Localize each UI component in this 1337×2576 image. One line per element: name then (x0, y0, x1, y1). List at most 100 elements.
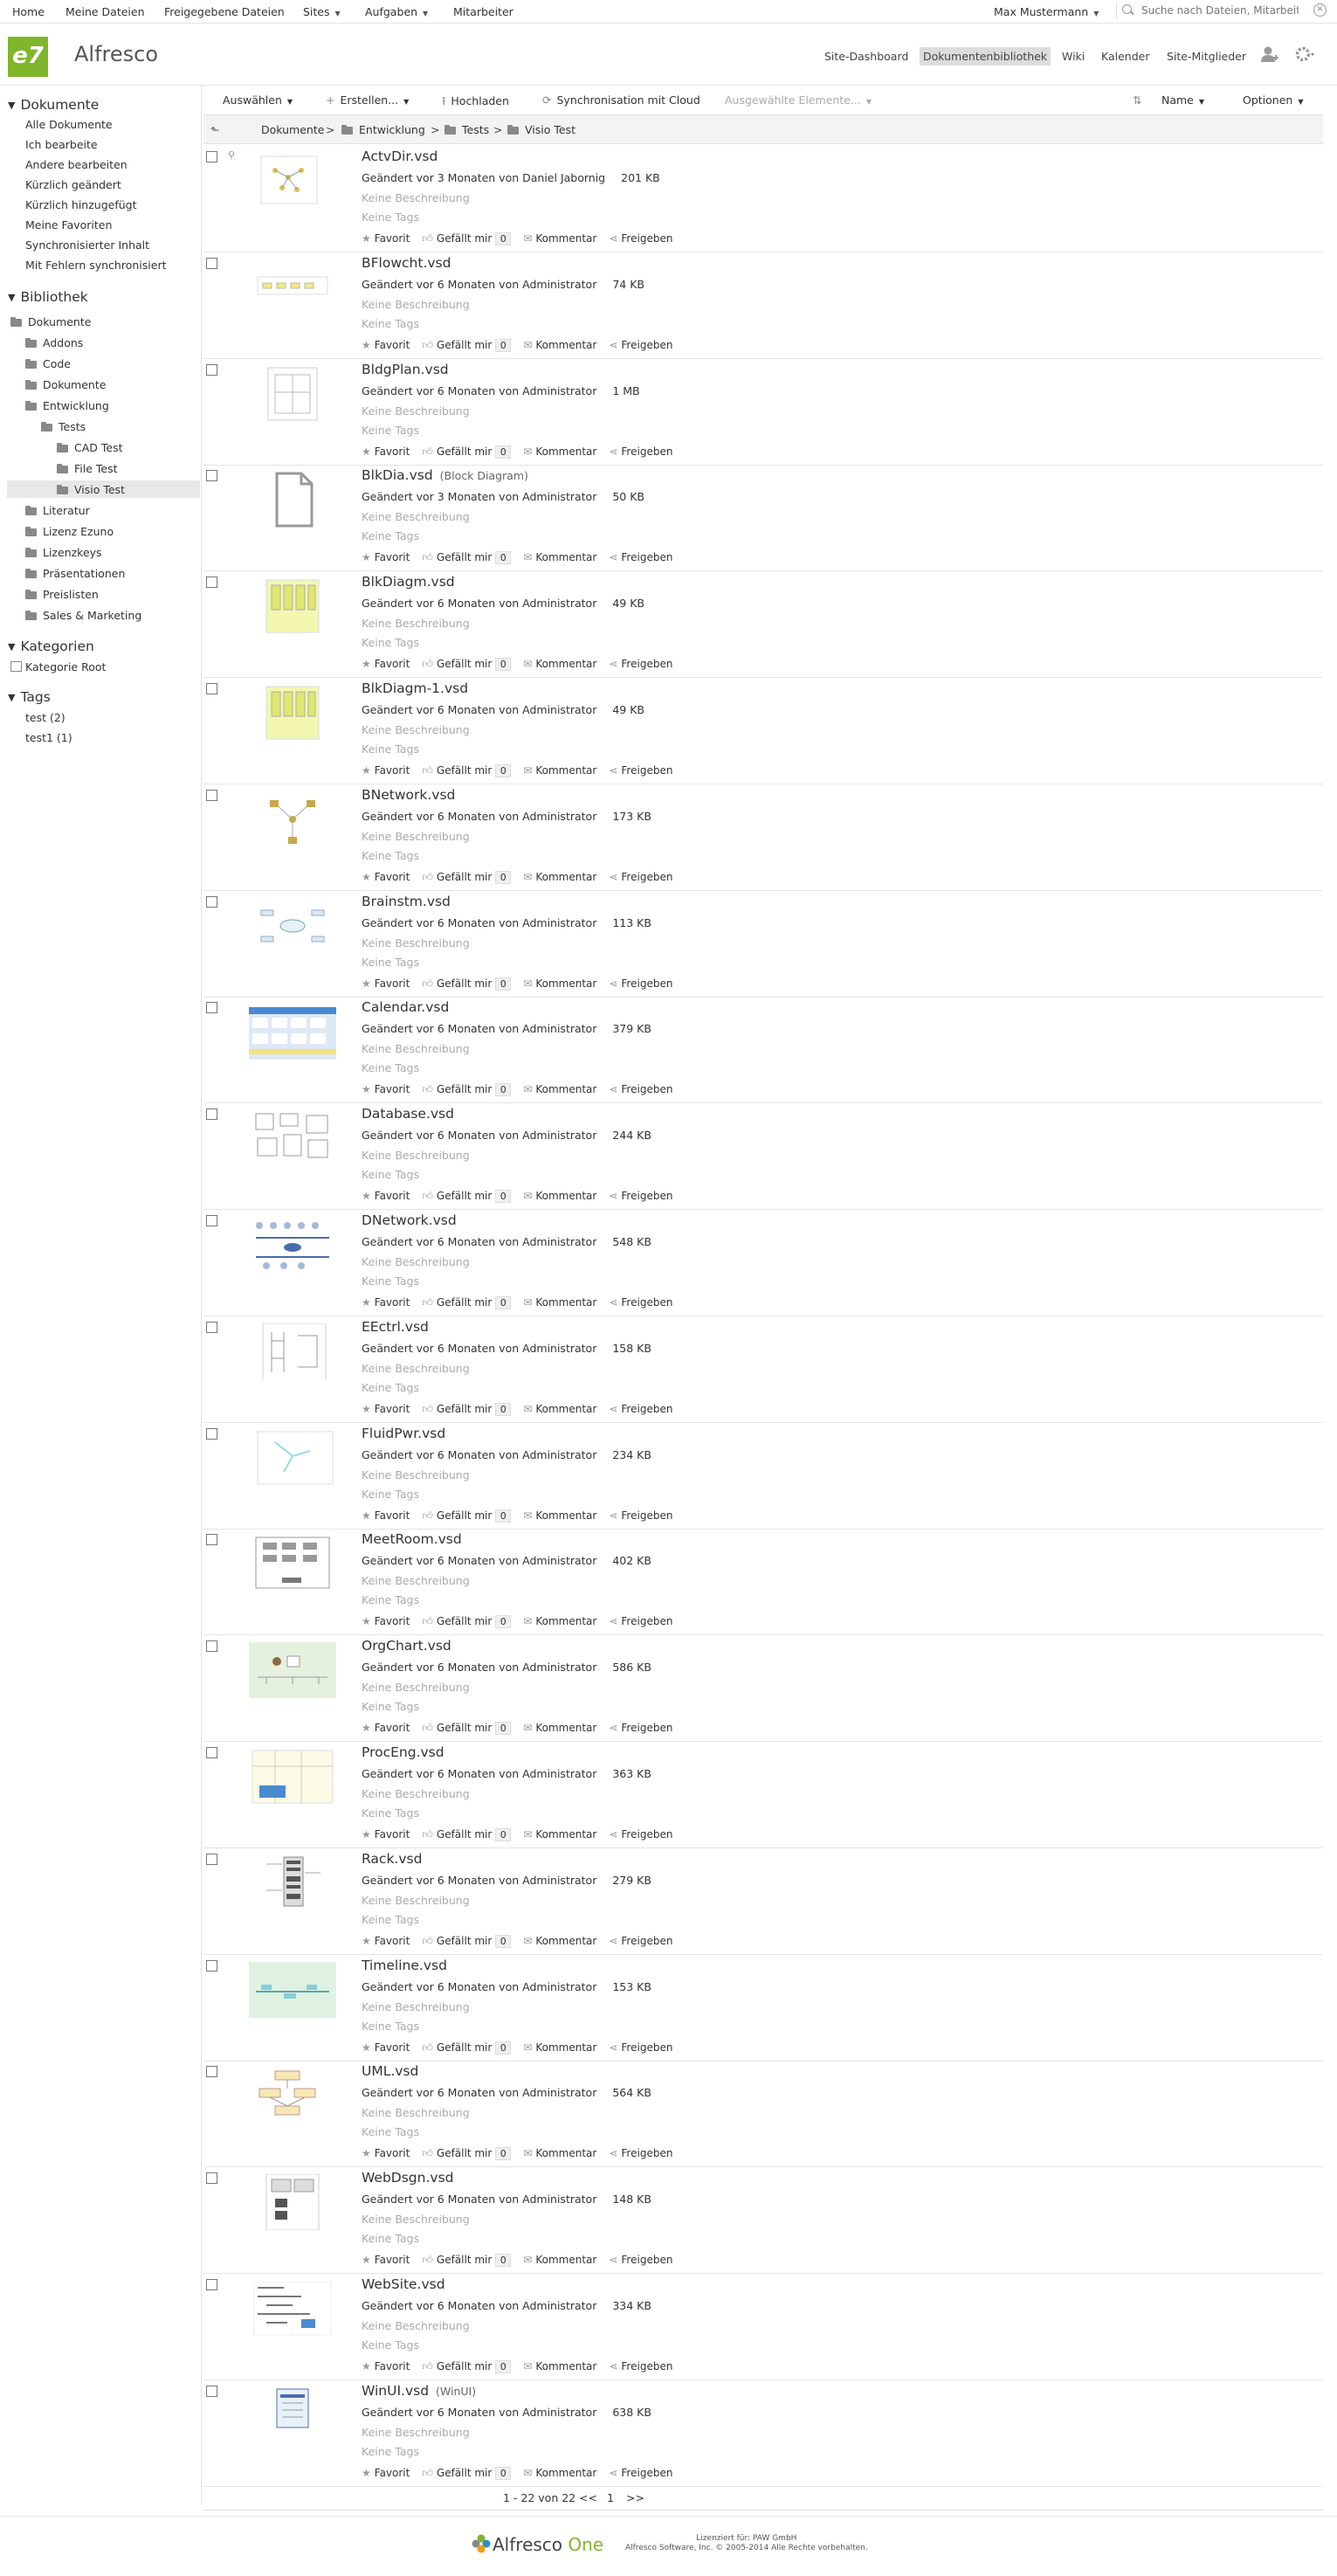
documents-heading[interactable]: ▼ Dokumente (8, 97, 99, 113)
share-button[interactable]: ⋖ Freigeben (609, 339, 672, 351)
share-button[interactable]: ⋖ Freigeben (609, 1403, 672, 1415)
share-button[interactable]: ⋖ Freigeben (609, 658, 672, 670)
category-root[interactable]: Kategorie Root (10, 660, 106, 673)
favorite-button[interactable]: ★ Favorit (362, 1403, 410, 1415)
comment-button[interactable]: ✉ Kommentar (523, 1935, 596, 1947)
comment-button[interactable]: ✉ Kommentar (523, 1190, 596, 1202)
like-button[interactable]: 👍︎ Gefällt mir 0 (422, 2254, 512, 2267)
location-pin-icon[interactable]: ⚲ (228, 149, 235, 161)
tags-placeholder[interactable]: Keine Tags (362, 1913, 419, 1926)
tree-item-code[interactable]: Code (25, 357, 71, 370)
create-menu-button[interactable]: + Erstellen... ▼ (326, 93, 409, 107)
pagination-page[interactable]: 1 (607, 2491, 614, 2504)
tags-placeholder[interactable]: Keine Tags (362, 424, 419, 437)
document-row[interactable]: BlkDia.vsd (Block Diagram) Geändert vor 3 … (203, 465, 1323, 571)
favorite-button[interactable]: ★ Favorit (362, 2147, 410, 2159)
sort-direction-icon[interactable]: ⇅ (1133, 93, 1141, 107)
breadcrumb-entwicklung[interactable]: Entwicklung (341, 123, 425, 136)
description-placeholder[interactable]: Keine Beschreibung (362, 2000, 470, 2013)
like-button[interactable]: 👍︎ Gefällt mir 0 (422, 445, 512, 459)
document-name-link[interactable]: BldgPlan.vsd (362, 362, 449, 377)
row-select-checkbox[interactable] (206, 577, 217, 588)
filter-recently-modified[interactable]: Kürzlich geändert (25, 178, 121, 191)
document-thumbnail[interactable] (249, 1110, 336, 1166)
document-row[interactable]: OrgChart.vsd Geändert vor 6 Monaten von A… (203, 1635, 1323, 1742)
like-button[interactable]: 👍︎ Gefällt mir 0 (422, 764, 512, 777)
share-button[interactable]: ⋖ Freigeben (609, 1296, 672, 1309)
tags-placeholder[interactable]: Keine Tags (362, 956, 419, 969)
favorite-button[interactable]: ★ Favorit (362, 871, 410, 883)
pagination-next[interactable]: >> (626, 2491, 644, 2504)
like-button[interactable]: 👍︎ Gefällt mir 0 (422, 1722, 512, 1735)
like-button[interactable]: 👍︎ Gefällt mir 0 (422, 1403, 512, 1416)
comment-button[interactable]: ✉ Kommentar (523, 1615, 596, 1627)
document-thumbnail[interactable] (249, 1855, 336, 1911)
row-select-checkbox[interactable] (206, 1428, 217, 1440)
favorite-button[interactable]: ★ Favorit (362, 232, 410, 245)
options-menu[interactable]: Optionen ▼ (1243, 93, 1304, 107)
document-name-link[interactable]: OrgChart.vsd (362, 1638, 451, 1654)
document-row[interactable]: Rack.vsd Geändert vor 6 Monaten von Admin… (203, 1848, 1323, 1955)
document-row[interactable]: Timeline.vsd Geändert vor 6 Monaten von A… (203, 1955, 1323, 2061)
favorite-button[interactable]: ★ Favorit (362, 2041, 410, 2054)
comment-button[interactable]: ✉ Kommentar (523, 2360, 596, 2372)
document-row[interactable]: WebSite.vsd Geändert vor 6 Monaten von Ad… (203, 2274, 1323, 2380)
description-placeholder[interactable]: Keine Beschreibung (362, 2426, 470, 2439)
document-row[interactable]: WebDsgn.vsd Geändert vor 6 Monaten von Ad… (203, 2167, 1323, 2274)
tags-placeholder[interactable]: Keine Tags (362, 1593, 419, 1606)
comment-button[interactable]: ✉ Kommentar (523, 1509, 596, 1522)
favorite-button[interactable]: ★ Favorit (362, 551, 410, 563)
selected-items-menu[interactable]: Ausgewählte Elemente... ▼ (725, 93, 872, 107)
tree-item-file-test[interactable]: File Test (57, 462, 118, 475)
filter-recently-added[interactable]: Kürzlich hinzugefügt (25, 198, 137, 211)
filter-sync-errors[interactable]: Mit Fehlern synchronisiert (25, 259, 166, 272)
row-select-checkbox[interactable] (206, 1108, 217, 1120)
document-row[interactable]: BlkDiagm-1.vsd Geändert vor 6 Monaten von… (203, 678, 1323, 784)
favorite-button[interactable]: ★ Favorit (362, 1615, 410, 1627)
comment-button[interactable]: ✉ Kommentar (523, 2147, 596, 2159)
document-name-link[interactable]: UML.vsd (362, 2063, 418, 2079)
comment-button[interactable]: ✉ Kommentar (523, 1403, 596, 1415)
tags-placeholder[interactable]: Keine Tags (362, 1488, 419, 1501)
description-placeholder[interactable]: Keine Beschreibung (362, 1681, 470, 1694)
comment-button[interactable]: ✉ Kommentar (523, 871, 596, 883)
comment-button[interactable]: ✉ Kommentar (523, 1722, 596, 1734)
share-button[interactable]: ⋖ Freigeben (609, 1722, 672, 1734)
favorite-button[interactable]: ★ Favorit (362, 977, 410, 990)
document-thumbnail[interactable] (249, 1749, 336, 1805)
tag-test1[interactable]: test1 (1) (25, 731, 72, 744)
comment-button[interactable]: ✉ Kommentar (523, 764, 596, 777)
document-name-link[interactable]: ProcEng.vsd (362, 1744, 445, 1760)
document-thumbnail[interactable] (249, 2068, 336, 2124)
nav-site-dashboard[interactable]: Site-Dashboard (821, 47, 912, 66)
share-button[interactable]: ⋖ Freigeben (609, 1190, 672, 1202)
document-name-link[interactable]: MeetRoom.vsd (362, 1531, 462, 1547)
description-placeholder[interactable]: Keine Beschreibung (362, 830, 470, 843)
description-placeholder[interactable]: Keine Beschreibung (362, 510, 470, 523)
document-name-link[interactable]: EEctrl.vsd (362, 1319, 429, 1335)
description-placeholder[interactable]: Keine Beschreibung (362, 2213, 470, 2226)
library-heading[interactable]: ▼ Bibliothek (8, 289, 88, 305)
filter-all-documents[interactable]: Alle Dokumente (25, 118, 113, 131)
nav-my-files[interactable]: Meine Dateien (65, 5, 145, 18)
document-thumbnail[interactable] (249, 898, 336, 954)
tree-item-cad-test[interactable]: CAD Test (57, 441, 123, 454)
sort-field-menu[interactable]: Name ▼ (1161, 93, 1204, 107)
filter-others-edit[interactable]: Andere bearbeiten (25, 158, 127, 171)
document-name-link[interactable]: DNetwork.vsd (362, 1212, 457, 1228)
tags-placeholder[interactable]: Keine Tags (362, 529, 419, 542)
tree-item-visio-test[interactable]: Visio Test (57, 483, 125, 496)
search-input[interactable] (1140, 3, 1300, 17)
description-placeholder[interactable]: Keine Beschreibung (362, 2106, 470, 2119)
like-button[interactable]: 👍︎ Gefällt mir 0 (422, 871, 512, 884)
description-placeholder[interactable]: Keine Beschreibung (362, 1149, 470, 1162)
favorite-button[interactable]: ★ Favorit (362, 764, 410, 777)
document-row[interactable]: DNetwork.vsd Geändert vor 6 Monaten von A… (203, 1210, 1323, 1316)
document-name-link[interactable]: WebDsgn.vsd (362, 2170, 453, 2186)
row-select-checkbox[interactable] (206, 151, 217, 162)
document-thumbnail[interactable] (249, 1430, 336, 1486)
document-thumbnail[interactable] (249, 366, 336, 422)
share-button[interactable]: ⋖ Freigeben (609, 2041, 672, 2054)
tag-test[interactable]: test (2) (25, 711, 65, 724)
document-row[interactable]: BlkDiagm.vsd Geändert vor 6 Monaten von A… (203, 571, 1323, 678)
